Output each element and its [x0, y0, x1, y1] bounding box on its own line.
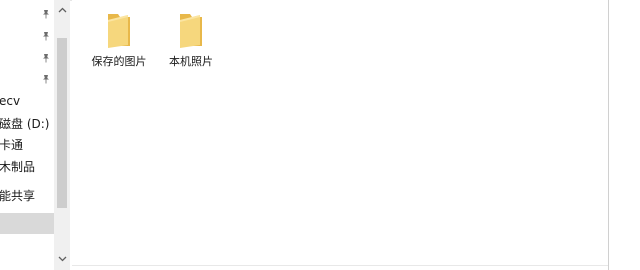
right-margin: [609, 0, 640, 270]
nav-item-quick-access-4[interactable]: [0, 69, 54, 89]
nav-item-sharing[interactable]: 能共享: [0, 185, 54, 205]
folder-name: 本机照片: [169, 55, 213, 68]
pin-icon[interactable]: [39, 7, 53, 21]
pin-icon[interactable]: [39, 29, 53, 43]
nav-scrollbar[interactable]: [54, 0, 70, 270]
folder-name: 保存的图片: [91, 55, 147, 68]
pin-icon[interactable]: [39, 51, 53, 65]
scroll-down-button[interactable]: [54, 250, 70, 266]
content-pane: 保存的图片 本机照片: [72, 0, 608, 270]
nav-item-label: 卡通: [0, 137, 24, 152]
folder-item[interactable]: 本机照片: [151, 12, 231, 69]
chevron-down-icon: [58, 256, 66, 261]
nav-item-drive-d[interactable]: 磁盘 (D:): [0, 113, 54, 133]
nav-item-selected[interactable]: [0, 213, 54, 234]
nav-item-quick-access-1[interactable]: [0, 4, 54, 24]
chevron-up-icon: [58, 7, 66, 12]
nav-item-cartoon[interactable]: 卡通: [0, 134, 54, 154]
nav-item-label: 木制品: [0, 159, 36, 174]
nav-item-label: 能共享: [0, 188, 36, 203]
scroll-thumb[interactable]: [57, 38, 67, 208]
nav-item-ecv[interactable]: ecv: [0, 91, 54, 111]
scroll-up-button[interactable]: [54, 2, 70, 18]
nav-item-label: 磁盘 (D:): [0, 116, 50, 131]
nav-item-quick-access-3[interactable]: [0, 48, 54, 68]
nav-item-quick-access-2[interactable]: [0, 26, 54, 46]
navigation-pane: ecv 磁盘 (D:) 卡通 木制品 能共享: [0, 0, 70, 270]
folder-icon: [180, 14, 202, 48]
nav-item-label: ecv: [0, 94, 21, 108]
folder-icon: [108, 14, 130, 48]
folder-item[interactable]: 保存的图片: [79, 12, 159, 69]
pin-icon[interactable]: [39, 72, 53, 86]
status-divider: [72, 265, 608, 266]
nav-item-wood-products[interactable]: 木制品: [0, 156, 54, 176]
